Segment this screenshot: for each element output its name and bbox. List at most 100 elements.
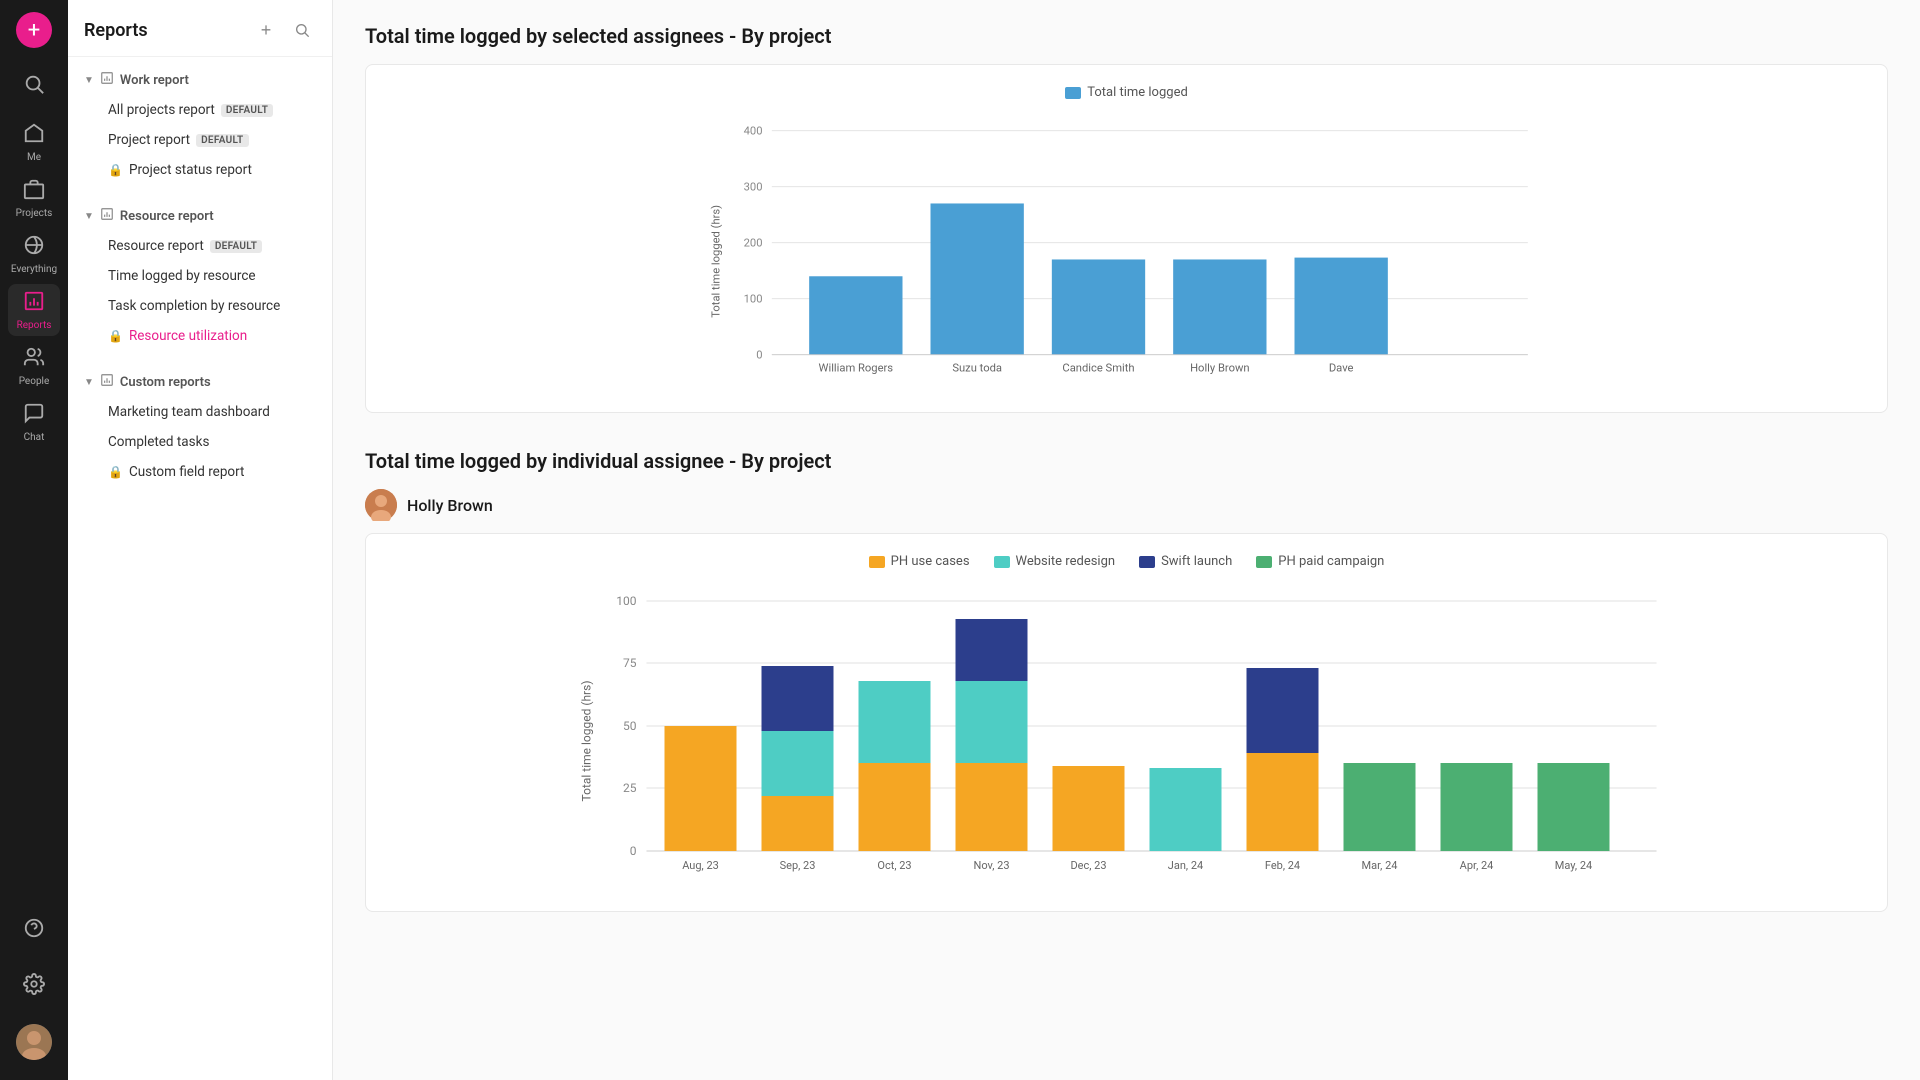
- legend-item-total-time: Total time logged: [1065, 85, 1188, 100]
- project-report-label: Project report: [108, 132, 190, 148]
- bar-oct23-teal: [859, 681, 931, 763]
- work-report-icon: [100, 71, 114, 89]
- svg-text:100: 100: [616, 594, 636, 608]
- legend-item-website-redesign: Website redesign: [994, 554, 1116, 569]
- svg-text:Apr, 24: Apr, 24: [1460, 859, 1494, 872]
- sidebar-search-button[interactable]: [288, 16, 316, 44]
- sidebar-item-task-completion-by-resource[interactable]: Task completion by resource: [72, 291, 328, 321]
- user-avatar[interactable]: [16, 1024, 52, 1060]
- settings-icon: [23, 973, 45, 1000]
- completed-tasks-label: Completed tasks: [108, 434, 209, 450]
- bar-feb24-ph: [1247, 753, 1319, 851]
- project-status-report-label: Project status report: [129, 162, 252, 178]
- sidebar-item-resource-report[interactable]: Resource report DEFAULT: [72, 231, 328, 261]
- chart1-section: Total time logged by selected assignees …: [365, 24, 1888, 413]
- chart2-legend: PH use cases Website redesign Swift laun…: [390, 554, 1863, 569]
- sidebar-item-marketing-team-dashboard[interactable]: Marketing team dashboard: [72, 397, 328, 427]
- nav-people[interactable]: People: [8, 340, 60, 392]
- bar-sep23-ph: [762, 796, 834, 851]
- person-name: Holly Brown: [407, 496, 493, 515]
- bar-nov23-dark: [956, 619, 1028, 681]
- resource-report-icon: [100, 207, 114, 225]
- bar-oct23-ph: [859, 763, 931, 851]
- everything-icon: [23, 234, 45, 261]
- svg-text:Dec, 23: Dec, 23: [1070, 859, 1106, 872]
- svg-text:400: 400: [744, 124, 763, 137]
- chart2-svg: 100 75 50 25 0 Total time logged (hrs) A…: [390, 581, 1863, 891]
- bar-mar24-green: [1344, 763, 1416, 851]
- nav-projects-label: Projects: [16, 208, 53, 219]
- sidebar-item-project-report[interactable]: Project report DEFAULT: [72, 125, 328, 155]
- icon-nav: + Me Projects Everything Reports People: [0, 0, 68, 1080]
- sidebar-item-project-status-report[interactable]: 🔒 Project status report: [72, 155, 328, 185]
- bar-holly-brown: [1173, 259, 1266, 354]
- nav-help[interactable]: [8, 904, 60, 956]
- nav-chat-label: Chat: [24, 432, 45, 443]
- nav-everything-label: Everything: [11, 264, 57, 275]
- sidebar-item-all-projects-report[interactable]: All projects report DEFAULT: [72, 95, 328, 125]
- legend-swatch-ph-paid-campaign: [1256, 556, 1272, 568]
- svg-text:Aug, 23: Aug, 23: [682, 859, 719, 872]
- nav-everything[interactable]: Everything: [8, 228, 60, 280]
- people-icon: [23, 346, 45, 373]
- bar-may24-green: [1538, 763, 1610, 851]
- bar-nov23-teal: [956, 681, 1028, 763]
- custom-reports-icon: [100, 373, 114, 391]
- marketing-team-dashboard-label: Marketing team dashboard: [108, 404, 270, 420]
- person-avatar: [365, 489, 397, 521]
- projects-icon: [23, 178, 45, 205]
- nav-projects[interactable]: Projects: [8, 172, 60, 224]
- main-content: Total time logged by selected assignees …: [333, 0, 1920, 1080]
- custom-reports-label: Custom reports: [120, 375, 211, 390]
- sidebar-item-custom-field-report[interactable]: 🔒 Custom field report: [72, 457, 328, 487]
- resource-report-header[interactable]: ▼ Resource report: [68, 201, 332, 231]
- chart2-container: PH use cases Website redesign Swift laun…: [365, 533, 1888, 912]
- nav-chat[interactable]: Chat: [8, 396, 60, 448]
- help-icon: [23, 917, 45, 944]
- svg-text:300: 300: [744, 180, 763, 193]
- nav-people-label: People: [19, 376, 50, 387]
- bar-apr24-green: [1441, 763, 1513, 851]
- svg-text:Total time logged (hrs): Total time logged (hrs): [580, 681, 594, 802]
- all-projects-report-badge: DEFAULT: [221, 104, 273, 117]
- all-projects-report-label: All projects report: [108, 102, 215, 118]
- legend-label-ph-paid-campaign: PH paid campaign: [1278, 554, 1384, 569]
- work-report-chevron: ▼: [84, 75, 94, 86]
- svg-text:75: 75: [623, 656, 637, 670]
- legend-item-ph-paid-campaign: PH paid campaign: [1256, 554, 1384, 569]
- chart1-svg: 400 300 200 100 0 Total time logged (hrs…: [390, 112, 1863, 392]
- nav-me[interactable]: Me: [8, 116, 60, 168]
- svg-text:Mar, 24: Mar, 24: [1362, 859, 1398, 872]
- nav-reports[interactable]: Reports: [8, 284, 60, 336]
- lock-pink-icon: 🔒: [108, 329, 123, 343]
- nav-settings[interactable]: [8, 960, 60, 1012]
- add-button[interactable]: +: [16, 12, 52, 48]
- legend-label-total-time: Total time logged: [1087, 85, 1188, 100]
- custom-reports-header[interactable]: ▼ Custom reports: [68, 367, 332, 397]
- custom-reports-chevron: ▼: [84, 377, 94, 388]
- resource-report-section: ▼ Resource report Resource report DEFAUL…: [68, 193, 332, 359]
- chart2-title: Total time logged by individual assignee…: [365, 449, 1888, 473]
- sidebar-add-button[interactable]: +: [252, 16, 280, 44]
- legend-item-swift-launch: Swift launch: [1139, 554, 1232, 569]
- bar-feb24-dark: [1247, 668, 1319, 753]
- sidebar-item-time-logged-by-resource[interactable]: Time logged by resource: [72, 261, 328, 291]
- bar-label-william-rogers: William Rogers: [819, 361, 894, 374]
- work-report-header[interactable]: ▼ Work report: [68, 65, 332, 95]
- legend-label-swift-launch: Swift launch: [1161, 554, 1232, 569]
- bar-suzu-toda: [931, 203, 1024, 354]
- legend-label-website-redesign: Website redesign: [1016, 554, 1116, 569]
- sidebar-item-completed-tasks[interactable]: Completed tasks: [72, 427, 328, 457]
- svg-text:May, 24: May, 24: [1555, 859, 1592, 872]
- resource-report-chevron: ▼: [84, 211, 94, 222]
- svg-text:Oct, 23: Oct, 23: [877, 859, 911, 872]
- legend-swatch-ph-use-cases: [869, 556, 885, 568]
- legend-swatch-total-time: [1065, 87, 1081, 99]
- nav-search[interactable]: [8, 60, 60, 112]
- chart1-legend: Total time logged: [390, 85, 1863, 100]
- svg-text:Nov, 23: Nov, 23: [973, 859, 1009, 872]
- sidebar-item-resource-utilization[interactable]: 🔒 Resource utilization: [72, 321, 328, 351]
- person-header: Holly Brown: [365, 489, 1888, 521]
- bar-label-candice-smith: Candice Smith: [1062, 361, 1134, 374]
- chart1-title: Total time logged by selected assignees …: [365, 24, 1888, 48]
